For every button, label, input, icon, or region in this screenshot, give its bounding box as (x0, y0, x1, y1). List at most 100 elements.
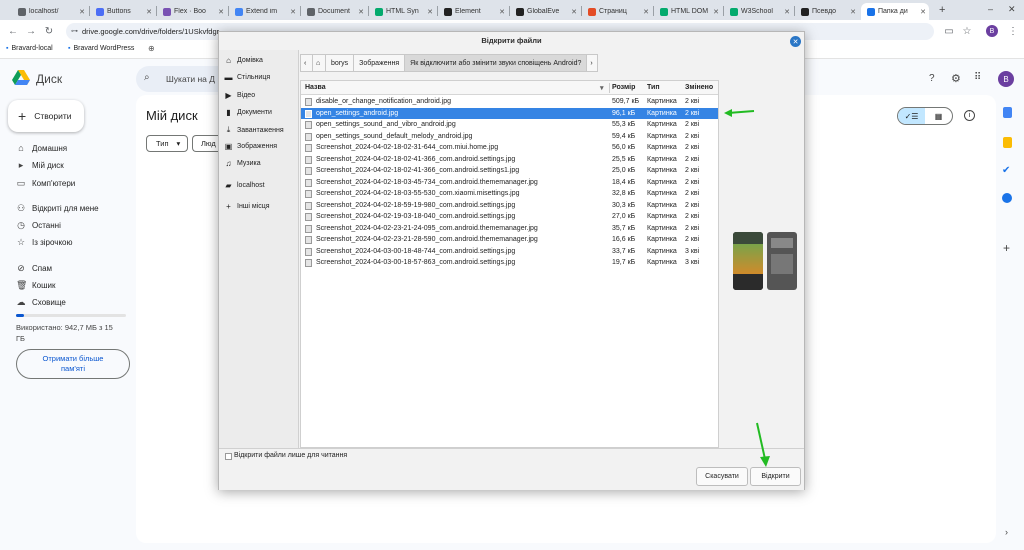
browser-tab[interactable]: Папка ди ✕ (861, 3, 929, 20)
tab-close-icon[interactable]: ✕ (850, 8, 859, 16)
help-icon[interactable]: ? (929, 73, 935, 84)
place-documents[interactable]: ▮ Документи (224, 108, 272, 117)
path-forward-icon[interactable]: › (586, 54, 599, 72)
collapse-panel-icon[interactable]: › (1005, 527, 1008, 537)
browser-tab[interactable]: Document ✕ (301, 3, 367, 20)
profile-avatar[interactable]: B (986, 25, 998, 37)
calendar-icon[interactable] (1003, 107, 1012, 118)
browser-tab[interactable]: HTML Syn ✕ (369, 3, 436, 20)
tab-close-icon[interactable]: ✕ (499, 8, 508, 16)
file-row[interactable]: open_settings_android.jpg 96,1 кБ Картинка… (301, 107, 718, 119)
column-name[interactable]: Назва (305, 84, 326, 91)
info-icon[interactable]: i (964, 110, 975, 121)
back-icon[interactable]: ← (6, 24, 20, 38)
file-row[interactable]: Screenshot_2024-04-03-00-18-57-863_com.a… (301, 257, 718, 269)
nav-spam[interactable]: ⊘ Спам (16, 263, 52, 274)
browser-tab[interactable]: Extend im ✕ (229, 3, 299, 20)
file-row[interactable]: Screenshot_2024-04-02-18-02-41-366_com.a… (301, 154, 718, 166)
nav-recent[interactable]: ◷ Останні (16, 220, 61, 231)
nav-computers[interactable]: ▭ Комп'ютери (16, 178, 76, 189)
file-row[interactable]: Screenshot_2024-04-02-18-59-19-980_com.a… (301, 200, 718, 212)
reload-icon[interactable]: ↻ (42, 24, 56, 38)
column-modified[interactable]: Змінено (685, 84, 713, 91)
place-home[interactable]: ⌂ Домівка (224, 56, 263, 65)
column-type[interactable]: Тип (647, 84, 660, 91)
nav-storage[interactable]: ☁ Сховище (16, 297, 66, 308)
file-row[interactable]: Screenshot_2024-04-02-18-02-31-644_com.m… (301, 142, 718, 154)
file-row[interactable]: Screenshot_2024-04-02-23-21-28-590_com.a… (301, 234, 718, 246)
nav-starred[interactable]: ☆ Із зірочкою (16, 237, 73, 248)
window-minimize-icon[interactable]: – (988, 4, 993, 14)
keep-icon[interactable] (1003, 137, 1012, 148)
readonly-checkbox[interactable] (225, 453, 232, 460)
tab-close-icon[interactable]: ✕ (218, 8, 227, 16)
browser-tab[interactable]: Element ✕ (438, 3, 508, 20)
get-more-storage-button[interactable]: Отримати більше пам'яті (16, 349, 130, 379)
new-tab-button[interactable]: + (939, 4, 945, 16)
place-music[interactable]: ♫ Музика (224, 159, 261, 168)
file-row[interactable]: Screenshot_2024-04-02-18-03-55-530_com.x… (301, 188, 718, 200)
close-icon[interactable]: ✕ (790, 36, 801, 47)
browser-tab[interactable]: Buttons ✕ (90, 3, 155, 20)
tab-close-icon[interactable]: ✕ (79, 8, 88, 16)
tab-close-icon[interactable]: ✕ (146, 8, 155, 16)
list-view-icon[interactable]: ✓☰ (898, 108, 925, 124)
nav-my-drive[interactable]: ▸ Мій диск (16, 160, 64, 171)
place-videos[interactable]: ▶ Відео (224, 91, 255, 100)
file-row[interactable]: disable_or_change_notification_android.j… (301, 96, 718, 108)
file-row[interactable]: Screenshot_2024-04-02-18-03-45-734_com.a… (301, 177, 718, 189)
place-localhost[interactable]: ▰ localhost (224, 181, 264, 190)
settings-gear-icon[interactable]: ⚙ (951, 72, 961, 85)
create-button[interactable]: + Створити (8, 100, 84, 132)
file-row[interactable]: Screenshot_2024-04-02-19-03-18-040_com.a… (301, 211, 718, 223)
tab-close-icon[interactable]: ✕ (643, 8, 652, 16)
cancel-button[interactable]: Скасувати (696, 467, 748, 486)
filter-people-chip[interactable]: Люд (192, 135, 218, 152)
grid-view-icon[interactable]: ▦ (925, 108, 952, 124)
cast-icon[interactable]: ▭ (942, 24, 956, 38)
file-row[interactable]: open_settings_sound_and_vibro_android.jp… (301, 119, 718, 131)
browser-tab[interactable]: W3School ✕ (724, 3, 793, 20)
browser-tab[interactable]: Страниц ✕ (582, 3, 652, 20)
apps-grid-icon[interactable]: ⠿ (974, 72, 981, 83)
tab-close-icon[interactable]: ✕ (713, 8, 722, 16)
path-segment-pictures[interactable]: Зображення (353, 54, 406, 72)
forward-icon[interactable]: → (24, 24, 38, 38)
path-segment-borys[interactable]: borys (325, 54, 355, 72)
nav-trash[interactable]: 🗑 Кошик (16, 280, 56, 291)
filter-type-chip[interactable]: Тип ▾ (146, 135, 188, 152)
tab-close-icon[interactable]: ✕ (784, 8, 793, 16)
tab-close-icon[interactable]: ✕ (427, 8, 436, 16)
file-row[interactable]: Screenshot_2024-04-02-23-21-24-095_com.a… (301, 223, 718, 235)
bookmark-star-icon[interactable]: ☆ (960, 24, 974, 38)
path-home-icon[interactable]: ⌂ (312, 54, 326, 72)
browser-tab[interactable]: Псевдо ✕ (795, 3, 859, 20)
tab-close-icon[interactable]: ✕ (920, 8, 929, 16)
browser-tab[interactable]: HTML DOM ✕ (654, 3, 722, 20)
globe-icon[interactable]: ⊕ (148, 44, 155, 53)
browser-tab[interactable]: localhost/ ✕ (12, 3, 88, 20)
place-pictures[interactable]: ▣ Зображення (224, 142, 277, 151)
site-info-icon[interactable]: ⊶ (71, 27, 78, 35)
column-size[interactable]: Розмір (612, 84, 635, 91)
window-close-icon[interactable]: ✕ (1008, 4, 1016, 15)
browser-menu-icon[interactable]: ⋮ (1006, 24, 1020, 38)
add-addon-icon[interactable]: + (1003, 241, 1010, 255)
tab-close-icon[interactable]: ✕ (571, 8, 580, 16)
place-other-locations[interactable]: + Інші місця (224, 202, 269, 211)
place-desktop[interactable]: ▬ Стільниця (224, 73, 271, 82)
nav-home[interactable]: ⌂ Домашня (16, 143, 67, 153)
tab-close-icon[interactable]: ✕ (358, 8, 367, 16)
place-downloads[interactable]: ⤓ Завантаження (224, 125, 284, 135)
account-avatar[interactable]: B (998, 71, 1014, 87)
browser-tab[interactable]: GlobalEve ✕ (510, 3, 580, 20)
contacts-icon[interactable] (1002, 193, 1012, 203)
tasks-icon[interactable]: ✔ (1002, 165, 1010, 176)
search-box[interactable]: ⌕ Шукати на Д (136, 66, 226, 92)
browser-tab[interactable]: Flex · Boo ✕ (157, 3, 227, 20)
bookmark-bravard-local[interactable]: ▪ Bravard-local (6, 45, 53, 52)
path-segment-current-folder[interactable]: Як відключити або змінити звуки сповіщен… (404, 54, 588, 72)
open-button[interactable]: Відкрити (750, 467, 801, 486)
file-row[interactable]: open_settings_sound_default_melody_andro… (301, 131, 718, 143)
tab-close-icon[interactable]: ✕ (290, 8, 299, 16)
